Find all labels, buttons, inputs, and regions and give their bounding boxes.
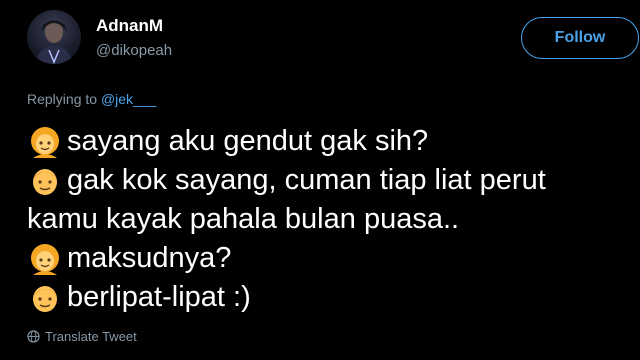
man-emoji-icon [33, 285, 57, 312]
replying-to: Replying to @jek___ [27, 91, 156, 107]
tweet-line: maksudnya? [27, 239, 627, 278]
tweet-text: sayang aku gendut gak sih? gak kok sayan… [27, 122, 627, 317]
globe-icon [27, 330, 40, 343]
woman-emoji-icon [31, 243, 59, 275]
tweet-line-text: sayang aku gendut gak sih? [67, 125, 429, 157]
tweet-line-text: kamu kayak pahala bulan puasa.. [27, 203, 460, 235]
replying-prefix: Replying to [27, 91, 101, 107]
display-name[interactable]: AdnanM [96, 16, 163, 36]
reply-mention-link[interactable]: @jek___ [101, 91, 156, 107]
tweet-line: kamu kayak pahala bulan puasa.. [27, 200, 627, 239]
tweet-line: sayang aku gendut gak sih? [27, 122, 627, 161]
user-handle[interactable]: @dikopeah [96, 42, 172, 59]
tweet-line-text: berlipat-lipat :) [67, 281, 251, 313]
follow-button[interactable]: Follow [521, 17, 639, 59]
translate-tweet-link[interactable]: Translate Tweet [27, 329, 137, 344]
avatar-figure-icon [35, 20, 73, 64]
tweet-card: AdnanM @dikopeah Follow Replying to @jek… [0, 0, 640, 360]
translate-tweet-label: Translate Tweet [45, 329, 137, 344]
tweet-line: gak kok sayang, cuman tiap liat perut [27, 161, 627, 200]
tweet-line: berlipat-lipat :) [27, 278, 627, 317]
tweet-line-text: maksudnya? [67, 242, 232, 274]
man-emoji-icon [33, 168, 57, 195]
tweet-line-text: gak kok sayang, cuman tiap liat perut [67, 164, 546, 196]
woman-emoji-icon [31, 126, 59, 158]
user-avatar[interactable] [27, 10, 81, 64]
